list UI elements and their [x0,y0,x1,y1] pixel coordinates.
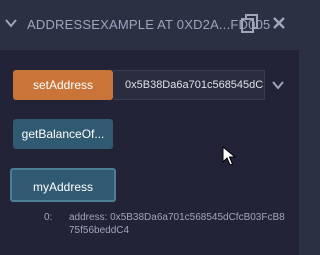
mouse-cursor-icon [222,146,236,166]
chevron-down-icon[interactable] [4,16,18,30]
set-address-input[interactable]: 0x5B38Da6a701c568545dC [113,70,265,100]
close-icon[interactable] [272,16,286,30]
result-index: 0: [44,212,53,223]
contract-header: ADDRESSEXAMPLE AT 0XD2A...FD005 [0,0,299,50]
expand-chevron-icon[interactable] [271,79,285,91]
get-balance-of-button[interactable]: getBalanceOf... [13,119,113,149]
result-value: address: 0x5B38Da6a701c568545dCfcB03FcB8… [69,212,285,236]
set-address-button[interactable]: setAddress [13,70,113,100]
copy-icon[interactable] [241,14,259,34]
my-address-button[interactable]: myAddress [10,168,116,202]
contract-title[interactable]: ADDRESSEXAMPLE AT 0XD2A...FD005 [27,17,270,32]
